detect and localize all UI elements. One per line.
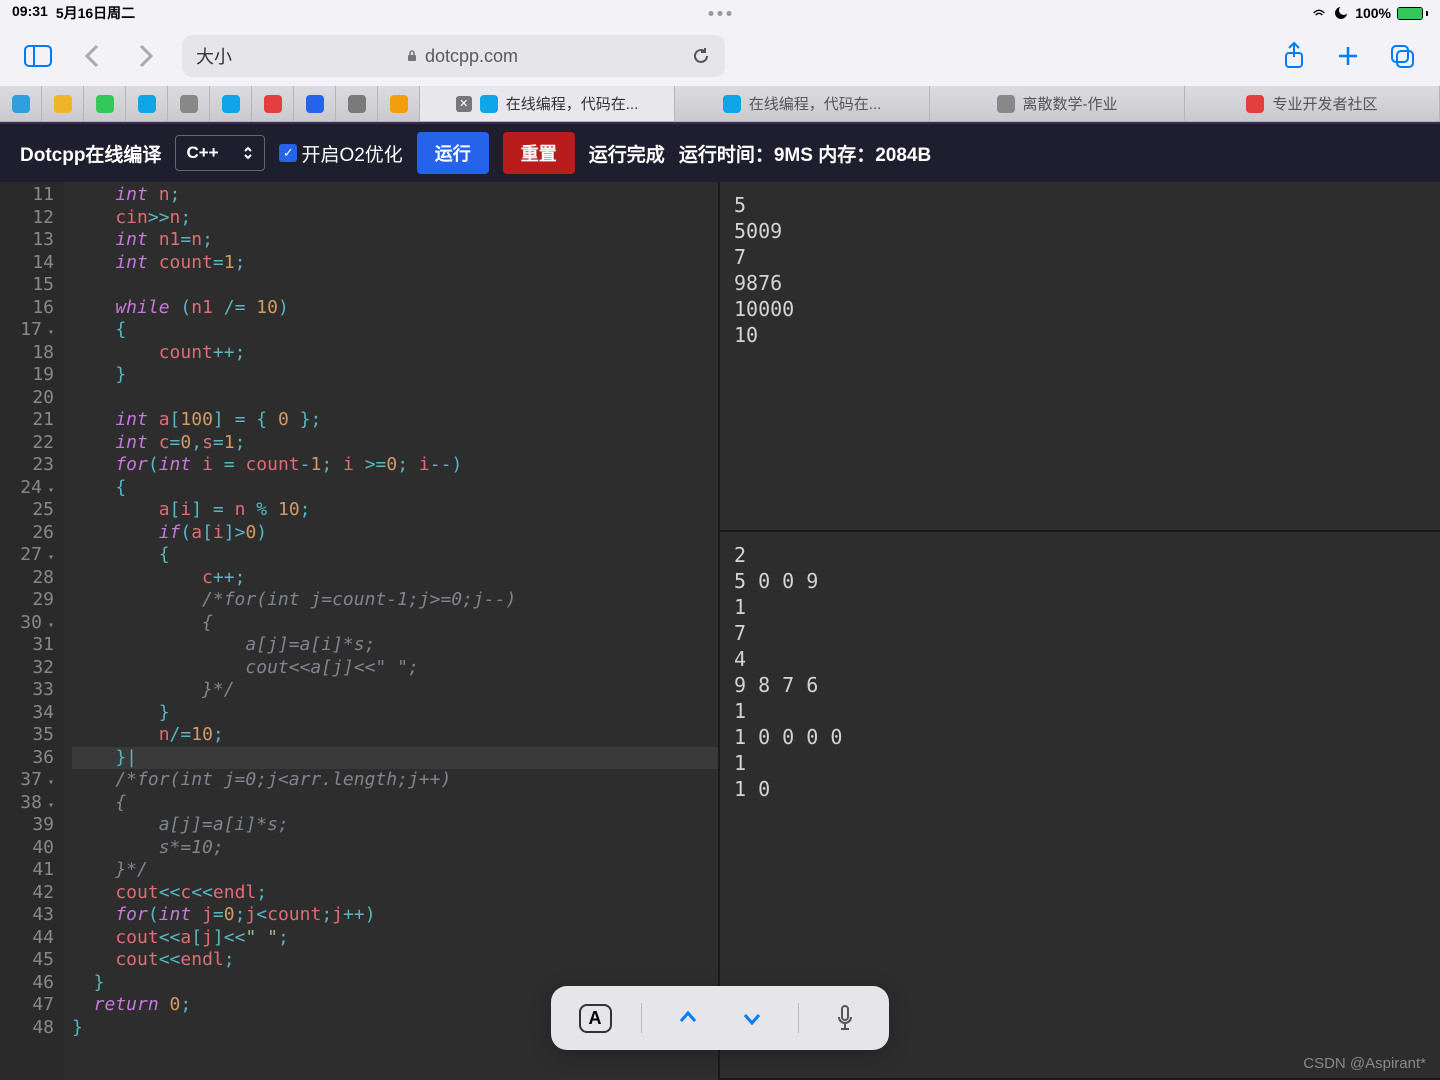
mini-tab-4[interactable] xyxy=(168,86,210,121)
reload-icon[interactable] xyxy=(691,46,711,66)
o2-checkbox[interactable]: ✓ 开启O2优化 xyxy=(279,140,402,167)
dictation-button[interactable] xyxy=(827,1000,863,1036)
address-bar[interactable]: 大小 dotcpp.com xyxy=(182,35,725,77)
close-tab-icon[interactable]: ✕ xyxy=(456,96,472,112)
line-gutter: 1112131415161718192021222324252627282930… xyxy=(0,182,64,1080)
tab-favicon xyxy=(723,95,741,113)
status-date: 5月16日周二 xyxy=(56,3,135,23)
nav-back-button[interactable] xyxy=(74,38,110,74)
page-title: Dotcpp在线编译 xyxy=(20,140,161,167)
input-panel[interactable]: 5 5009 7 9876 10000 10 xyxy=(720,182,1440,532)
wifi-icon xyxy=(1311,5,1327,21)
browser-tabs-row: ✕ 在线编程，代码在... 在线编程，代码在... 离散数学-作业 专业开发者社区 xyxy=(0,86,1440,122)
dotcpp-header: Dotcpp在线编译 C++ ✓ 开启O2优化 运行 重置 运行完成 运行时间：… xyxy=(0,122,1440,182)
tab-favicon xyxy=(480,95,498,113)
language-select[interactable]: C++ xyxy=(175,135,265,171)
tabs-overview-button[interactable] xyxy=(1384,38,1420,74)
run-button[interactable]: 运行 xyxy=(417,132,489,174)
browser-tab-0[interactable]: ✕ 在线编程，代码在... xyxy=(420,86,675,121)
mini-tab-9[interactable] xyxy=(378,86,420,121)
watermark: CSDN @Aspirant* xyxy=(1303,1055,1426,1072)
mini-tab-2[interactable] xyxy=(84,86,126,121)
code-content[interactable]: int n; cin>>n; int n1=n; int count=1; wh… xyxy=(64,182,718,1080)
lock-icon xyxy=(405,49,419,63)
battery-pct: 100% xyxy=(1355,5,1391,21)
browser-tab-3[interactable]: 专业开发者社区 xyxy=(1185,86,1440,121)
editor-area: 1112131415161718192021222324252627282930… xyxy=(0,182,1440,1080)
status-runtime: 运行时间：9MS 内存：2084B xyxy=(679,140,931,167)
safari-toolbar: 大小 dotcpp.com xyxy=(0,26,1440,86)
status-time: 09:31 xyxy=(12,3,48,23)
text-size-label[interactable]: 大小 xyxy=(196,43,232,69)
sidebar-toggle-button[interactable] xyxy=(20,38,56,74)
new-tab-button[interactable] xyxy=(1330,38,1366,74)
ipad-status-bar: 09:31 5月16日周二 100% xyxy=(0,0,1440,26)
mini-tab-5[interactable] xyxy=(210,86,252,121)
code-editor[interactable]: 1112131415161718192021222324252627282930… xyxy=(0,182,718,1080)
prev-button[interactable] xyxy=(670,1000,706,1036)
tab-label: 在线编程，代码在... xyxy=(749,93,882,114)
mini-tab-0[interactable] xyxy=(0,86,42,121)
keyboard-toolbar: A xyxy=(551,986,889,1050)
browser-tab-2[interactable]: 离散数学-作业 xyxy=(930,86,1185,121)
url-host: dotcpp.com xyxy=(425,46,518,67)
next-button[interactable] xyxy=(734,1000,770,1036)
multitask-dots[interactable] xyxy=(709,11,732,16)
battery-icon xyxy=(1397,7,1428,20)
mini-tab-6[interactable] xyxy=(252,86,294,121)
nav-forward-button[interactable] xyxy=(128,38,164,74)
tab-label: 专业开发者社区 xyxy=(1272,93,1377,114)
share-button[interactable] xyxy=(1276,38,1312,74)
tab-label: 离散数学-作业 xyxy=(1023,93,1118,114)
status-complete: 运行完成 xyxy=(589,140,665,167)
tab-label: 在线编程，代码在... xyxy=(506,93,639,114)
dnd-moon-icon xyxy=(1333,5,1349,21)
tab-favicon xyxy=(997,95,1015,113)
text-format-button[interactable]: A xyxy=(577,1000,613,1036)
tab-favicon xyxy=(1246,95,1264,113)
browser-tab-1[interactable]: 在线编程，代码在... xyxy=(675,86,930,121)
mini-tab-7[interactable] xyxy=(294,86,336,121)
mini-tab-1[interactable] xyxy=(42,86,84,121)
reset-button[interactable]: 重置 xyxy=(503,132,575,174)
mini-tab-8[interactable] xyxy=(336,86,378,121)
chevron-updown-icon xyxy=(242,145,254,161)
mini-tab-3[interactable] xyxy=(126,86,168,121)
